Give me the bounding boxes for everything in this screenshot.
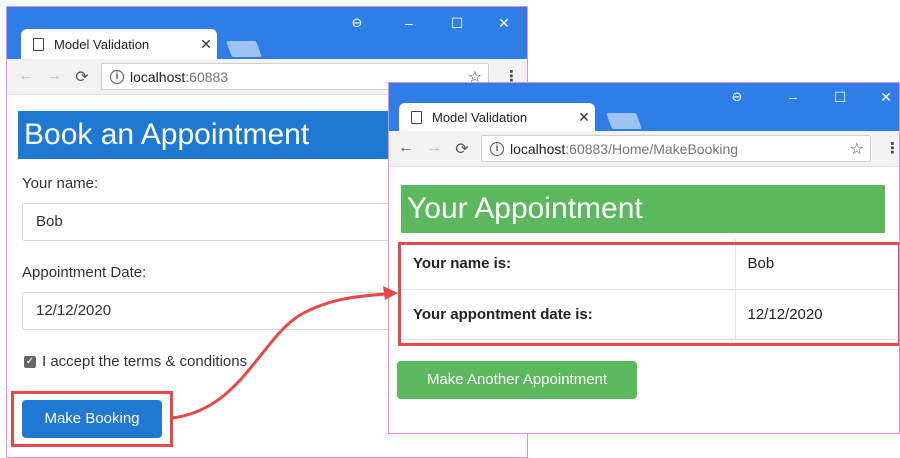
arrow-head-icon [383, 286, 398, 300]
flow-arrow-line [171, 292, 387, 420]
flow-arrow [171, 286, 398, 420]
